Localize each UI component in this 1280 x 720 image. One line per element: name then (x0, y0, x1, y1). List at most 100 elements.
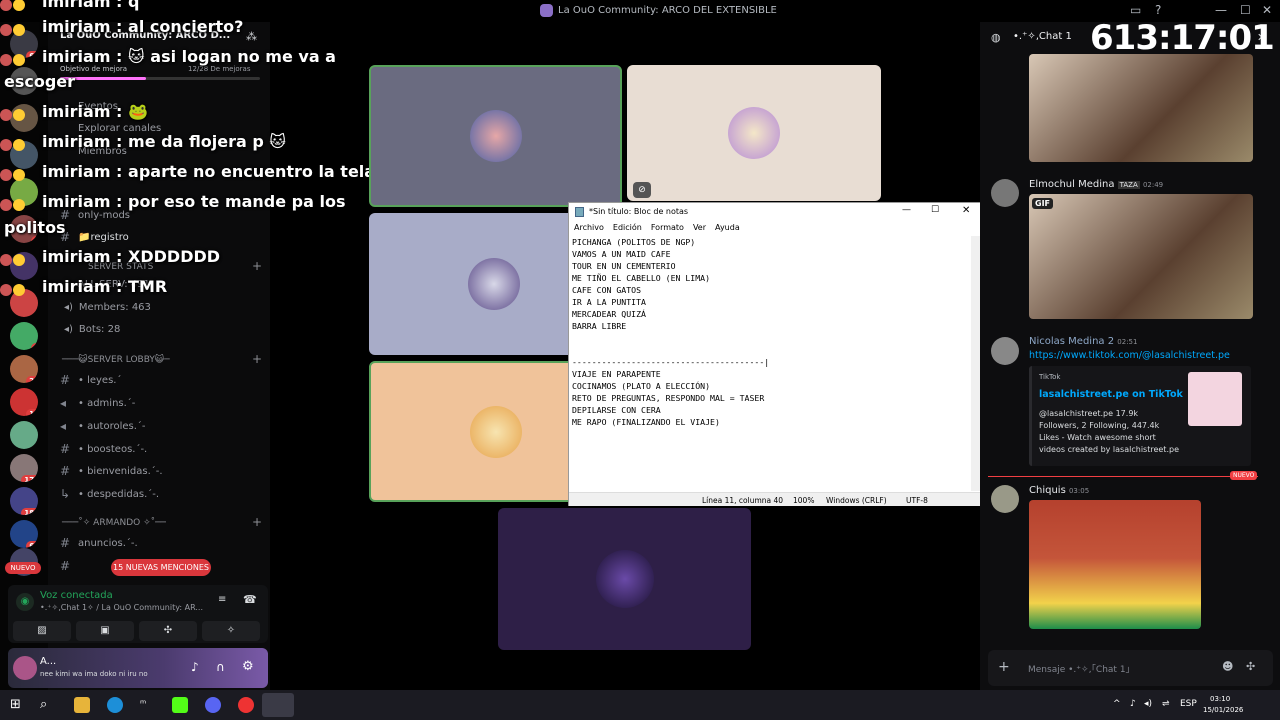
menu-archivo[interactable]: Archivo (574, 223, 604, 235)
discord-icon[interactable] (205, 697, 221, 713)
server-icon[interactable]: 27 (10, 355, 38, 383)
avatar[interactable] (991, 485, 1019, 513)
tray-chevron-icon[interactable]: ^ (1113, 699, 1121, 709)
video-tile[interactable]: ⊘ (627, 65, 881, 201)
message-image[interactable] (1029, 54, 1253, 162)
notepad-title: *Sin título: Bloc de notas (589, 207, 689, 216)
channel-label: • boosteos.´-. (78, 443, 148, 455)
minimize-button[interactable]: — (902, 205, 911, 215)
add-channel-icon[interactable]: + (252, 352, 262, 366)
mic-tray-icon[interactable]: ♪ (1130, 699, 1136, 709)
message-link[interactable]: https://www.tiktok.com/@lasalchistreet.p… (1029, 350, 1230, 361)
channel-anuncios[interactable]: # anuncios.´-. (60, 536, 138, 550)
hash-icon: # (60, 536, 71, 550)
server-icon[interactable] (10, 421, 38, 449)
maximize-button[interactable]: ☐ (1240, 3, 1251, 17)
notepad-window[interactable]: *Sin título: Bloc de notas — ☐ ✕ Archivo… (568, 202, 982, 506)
disconnect-icon[interactable]: ☎ (243, 593, 257, 606)
voice-status[interactable]: Voz conectada (40, 590, 113, 601)
voice-channel[interactable]: •.⁺✧‚Chat 1✧ / La OuO Community: AR... (40, 603, 203, 612)
server-icon[interactable]: 18 (10, 388, 38, 416)
signal-icon[interactable]: ◉ (16, 593, 34, 611)
chrome-icon[interactable] (238, 697, 254, 713)
message-input[interactable]: + Mensaje •.⁺✧‚「Chat 1」 ☻ ✣ (988, 650, 1273, 686)
message-author[interactable]: Nicolas Medina 2 02:51 (1029, 336, 1137, 347)
speaker-icon: ◂) (64, 324, 73, 335)
help-icon[interactable]: ? (1155, 3, 1161, 17)
server-icon[interactable]: 180 (10, 487, 38, 515)
volume-icon[interactable]: ◂) (1144, 699, 1152, 709)
channel-bienvenidas[interactable]: # • bienvenidas.´-. (60, 464, 163, 478)
channel-boosteos[interactable]: # • boosteos.´-. (60, 442, 147, 456)
overlay-chat-line: imiriam : me da flojera p 🐱 (0, 132, 286, 151)
video-tile[interactable] (369, 65, 622, 207)
clock-time[interactable]: 03:10 (1210, 695, 1230, 703)
mic-icon[interactable]: ♪ (191, 660, 199, 674)
category-armando[interactable]: ───˚✧ ARMANDO ✧˚── (62, 518, 166, 528)
settings-gear-icon[interactable]: ⚙ (242, 659, 254, 674)
server-icon[interactable]: 2 (10, 322, 38, 350)
channel-label: • autoroles.´- (78, 420, 146, 432)
server-icon[interactable]: 68 (10, 520, 38, 548)
stat-bots: ◂) Bots: 28 (64, 324, 120, 335)
message-gif[interactable]: GIF (1029, 194, 1253, 319)
avatar[interactable] (991, 179, 1019, 207)
clock-date[interactable]: 15/01/2026 (1203, 706, 1243, 714)
soundboard-button[interactable]: ✧ (202, 621, 260, 641)
message-author[interactable]: Chiquis 03:05 (1029, 485, 1089, 496)
overlay-chat-line: imiriam : 🐱 asi logan no me va a (0, 47, 336, 66)
add-attachment-icon[interactable]: + (998, 659, 1010, 675)
avatar[interactable] (991, 337, 1019, 365)
network-icon[interactable]: ⇌ (1162, 699, 1170, 709)
zoom-level: 100% (793, 496, 815, 505)
chat-channel-name[interactable]: •.⁺✧‚Chat 1 (1013, 31, 1072, 42)
notepad-taskbar-button[interactable] (262, 693, 294, 717)
maximize-button[interactable]: ☐ (931, 205, 939, 215)
close-button[interactable]: ✕ (962, 205, 970, 216)
channel-item[interactable]: # (60, 559, 72, 573)
message-author[interactable]: Elmochul Medina TAZA 02:49 (1029, 179, 1163, 190)
screen-share-button[interactable]: ▣ (76, 621, 134, 641)
user-name[interactable]: A... (40, 656, 56, 667)
channel-admins[interactable]: ◂ • admins.´- (60, 396, 135, 410)
overlay-chat-line: imiriam : 🐸 (0, 102, 148, 121)
channel-autoroles[interactable]: ◂ • autoroles.´- (60, 419, 146, 433)
overlay-chat-line: imiriam : al concierto? (0, 17, 243, 36)
menu-edicion[interactable]: Edición (613, 223, 642, 235)
embed-description: @lasalchistreet.pe 17.9k Followers, 2 Fo… (1039, 409, 1179, 454)
server-icon[interactable]: 179 (10, 454, 38, 482)
overlay-chat-line: escoger (4, 72, 76, 91)
avatar[interactable] (13, 656, 37, 680)
menu-ver[interactable]: Ver (693, 223, 706, 235)
embed-thumbnail (1188, 372, 1242, 426)
video-tile[interactable] (498, 508, 751, 650)
channel-leyes[interactable]: # • leyes.´ (60, 373, 121, 387)
camera-off-button[interactable]: ▨ (13, 621, 71, 641)
new-mentions-pill[interactable]: 15 NUEVAS MENCIONES (111, 559, 211, 576)
inbox-icon[interactable]: ▭ (1130, 3, 1141, 17)
link-embed[interactable]: TikTok lasalchistreet.pe on TikTok @lasa… (1029, 366, 1251, 466)
edge-icon[interactable] (107, 697, 123, 713)
language-indicator[interactable]: ESP (1180, 699, 1197, 709)
add-channel-icon[interactable]: + (252, 515, 262, 529)
channel-despedidas[interactable]: ↳ • despedidas.´-. (60, 487, 159, 501)
start-icon[interactable]: ⊞ (10, 697, 26, 713)
embed-title[interactable]: lasalchistreet.pe on TikTok (1039, 389, 1183, 400)
app-icon[interactable]: ᵐ (140, 697, 156, 713)
menu-formato[interactable]: Formato (651, 223, 684, 235)
minimize-button[interactable]: — (1215, 3, 1227, 17)
soundboard-icon[interactable]: ≡ (218, 594, 226, 605)
sticker-icon[interactable]: ☻ (1222, 660, 1233, 673)
message-image[interactable] (1029, 500, 1201, 629)
activities-button[interactable]: ✣ (139, 621, 197, 641)
search-icon[interactable]: ⌕ (40, 697, 56, 713)
headphones-icon[interactable]: ∩ (216, 660, 225, 674)
vertical-scrollbar[interactable] (971, 236, 980, 491)
notepad-text-area[interactable]: PICHANGA (POLITOS DE NGP) VAMOS A UN MAI… (572, 236, 972, 491)
menu-ayuda[interactable]: Ayuda (715, 223, 740, 235)
file-explorer-icon[interactable] (74, 697, 90, 713)
close-button[interactable]: ✕ (1262, 3, 1272, 17)
apps-icon[interactable]: ✣ (1246, 660, 1255, 673)
category-server-lobby[interactable]: ───😺SERVER LOBBY😺─ (62, 355, 170, 365)
kick-icon[interactable] (172, 697, 188, 713)
